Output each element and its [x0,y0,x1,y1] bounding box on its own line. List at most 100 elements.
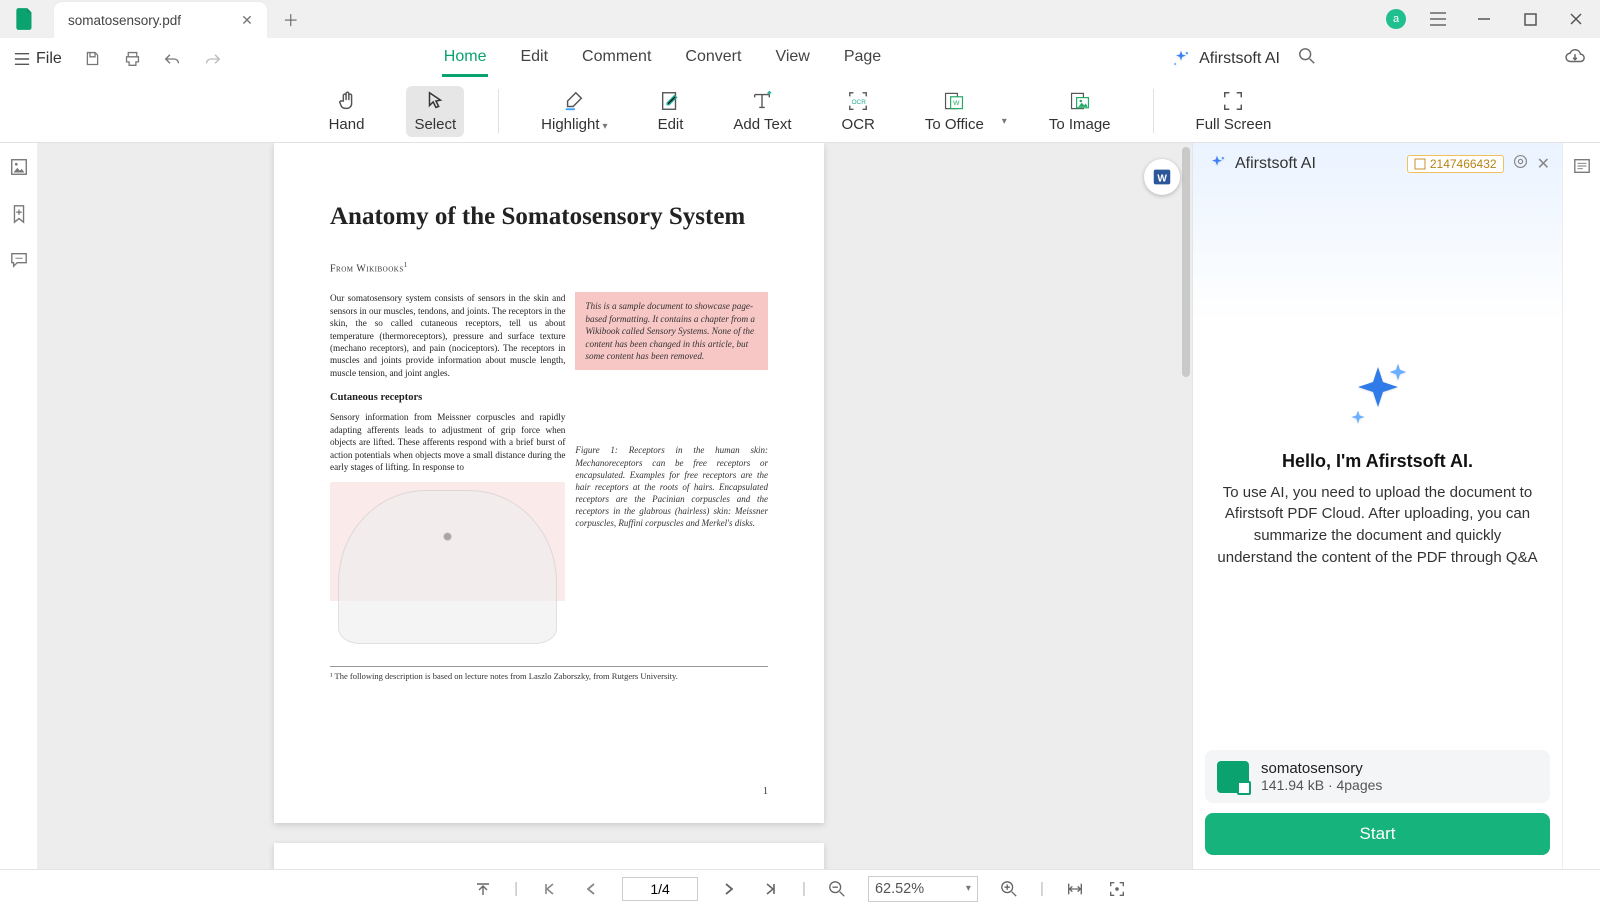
close-window-icon[interactable] [1562,5,1590,33]
zoom-value: 62.52% [875,881,924,897]
pdf-page-2-peek [274,843,824,869]
full-screen-tool[interactable]: Full Screen [1188,86,1280,137]
save-icon[interactable] [84,50,102,68]
tab-convert[interactable]: Convert [683,40,743,77]
doc-right-column: This is a sample document to showcase pa… [575,292,768,651]
file-menu[interactable]: File [14,50,62,68]
menu-bar: File Home Edit Comment Convert View Page… [0,38,1600,80]
edit-tool[interactable]: Edit [650,86,692,137]
menu-bar-right: Afirstsoft AI [1171,47,1586,70]
add-text-tool[interactable]: Add Text [725,86,799,137]
panel-file-name: somatosensory [1261,760,1382,777]
first-page-top-icon[interactable] [472,878,494,900]
footnote: ¹ The following description is based on … [330,666,768,681]
user-avatar[interactable]: a [1386,9,1406,29]
panel-body: Hello, I'm Afirstsoft AI. To use AI, you… [1193,175,1562,750]
paragraph-2: Sensory information from Meissner corpus… [330,411,565,473]
full-screen-icon [1222,90,1244,112]
redo-icon[interactable] [204,50,222,68]
search-icon[interactable] [1298,47,1316,70]
svg-text:OCR: OCR [852,98,867,105]
zoom-select[interactable]: 62.52% ▾ [868,876,978,902]
ocr-icon: OCR [847,90,869,112]
doc-left-column: Our somatosensory system consists of sen… [330,292,565,651]
highlight-tool[interactable]: Highlight▾ [533,86,615,137]
panel-body-text: To use AI, you need to upload the docume… [1217,482,1538,569]
pdf-page-1: Anatomy of the Somatosensory System From… [274,143,824,823]
tab-title: somatosensory.pdf [68,13,181,28]
document-tab[interactable]: somatosensory.pdf ✕ [54,2,267,38]
zoom-in-icon[interactable] [998,878,1020,900]
first-page-icon[interactable] [538,878,560,900]
to-office-tool[interactable]: W To Office [917,86,992,137]
new-tab-button[interactable]: ＋ [275,3,307,35]
hand-icon [336,90,358,112]
last-page-icon[interactable] [760,878,782,900]
hand-tool[interactable]: Hand [321,86,373,137]
cloud-icon[interactable] [1564,47,1586,70]
undo-icon[interactable] [164,50,182,68]
sparkle-large-icon [1338,357,1418,437]
select-tool[interactable]: Select [406,86,464,137]
token-badge[interactable]: 2147466432 [1407,155,1504,173]
doc-source: From Wikibooks1 [330,261,768,274]
select-tool-label: Select [414,116,456,133]
edit-page-icon [659,90,681,112]
title-bar-right: a [1386,5,1600,33]
chevron-down-icon: ▾ [603,121,608,132]
comments-panel-icon[interactable] [9,251,29,274]
to-image-tool-label: To Image [1049,116,1111,133]
quick-actions [84,50,222,68]
edit-tool-label: Edit [658,116,684,133]
close-tab-icon[interactable]: ✕ [241,12,253,29]
right-rail [1562,143,1600,869]
tab-page[interactable]: Page [842,40,883,77]
cursor-icon [424,90,446,112]
page-input[interactable] [622,877,698,901]
tab-comment[interactable]: Comment [580,40,653,77]
hand-tool-label: Hand [329,116,365,133]
section-heading-1: Cutaneous receptors [330,391,565,405]
fit-width-icon[interactable] [1064,878,1086,900]
thumbnails-icon[interactable] [9,157,29,182]
panel-settings-icon[interactable] [1512,153,1529,175]
panel-file-card: somatosensory 141.94 kB · 4pages [1205,750,1550,803]
menu-tabs: Home Edit Comment Convert View Page [442,40,883,77]
panel-file-meta: 141.94 kB · 4pages [1261,777,1382,793]
figure-1-caption: Figure 1: Receptors in the human skin: M… [575,444,768,529]
maximize-icon[interactable] [1516,5,1544,33]
start-button[interactable]: Start [1205,813,1550,855]
app-logo [10,4,40,34]
main-area: W Anatomy of the Somatosensory System Fr… [38,143,1562,869]
to-office-dropdown-icon[interactable]: ▾ [1002,116,1007,127]
svg-text:W: W [953,100,960,107]
scrollbar[interactable] [1182,147,1190,377]
file-menu-label: File [36,50,62,68]
highlight-tool-label: Highlight▾ [541,116,607,133]
file-thumb-icon [1217,761,1249,793]
prev-page-icon[interactable] [580,878,602,900]
tab-view[interactable]: View [773,40,811,77]
to-image-tool[interactable]: To Image [1041,86,1119,137]
convert-to-word-floating-icon[interactable]: W [1144,159,1180,195]
fit-page-icon[interactable] [1106,878,1128,900]
panel-toggle-icon[interactable] [1573,157,1591,180]
document-viewport[interactable]: W Anatomy of the Somatosensory System Fr… [38,143,1192,869]
panel-greeting: Hello, I'm Afirstsoft AI. [1282,451,1473,472]
print-icon[interactable] [124,50,142,68]
to-image-icon [1069,90,1091,112]
ocr-tool[interactable]: OCR OCR [834,86,883,137]
app-menu-icon[interactable] [1424,5,1452,33]
tab-edit[interactable]: Edit [518,40,550,77]
bookmark-add-icon[interactable] [10,204,28,229]
zoom-out-icon[interactable] [826,878,848,900]
tab-home[interactable]: Home [442,40,489,77]
panel-header: Afirstsoft AI 2147466432 ✕ [1193,143,1562,175]
panel-close-icon[interactable]: ✕ [1537,154,1550,174]
ai-link-label: Afirstsoft AI [1199,50,1280,68]
highlighter-icon [563,90,585,112]
minimize-icon[interactable] [1470,5,1498,33]
next-page-icon[interactable] [718,878,740,900]
afirstsoft-ai-link[interactable]: Afirstsoft AI [1171,49,1280,69]
toolbar-separator [498,89,499,133]
